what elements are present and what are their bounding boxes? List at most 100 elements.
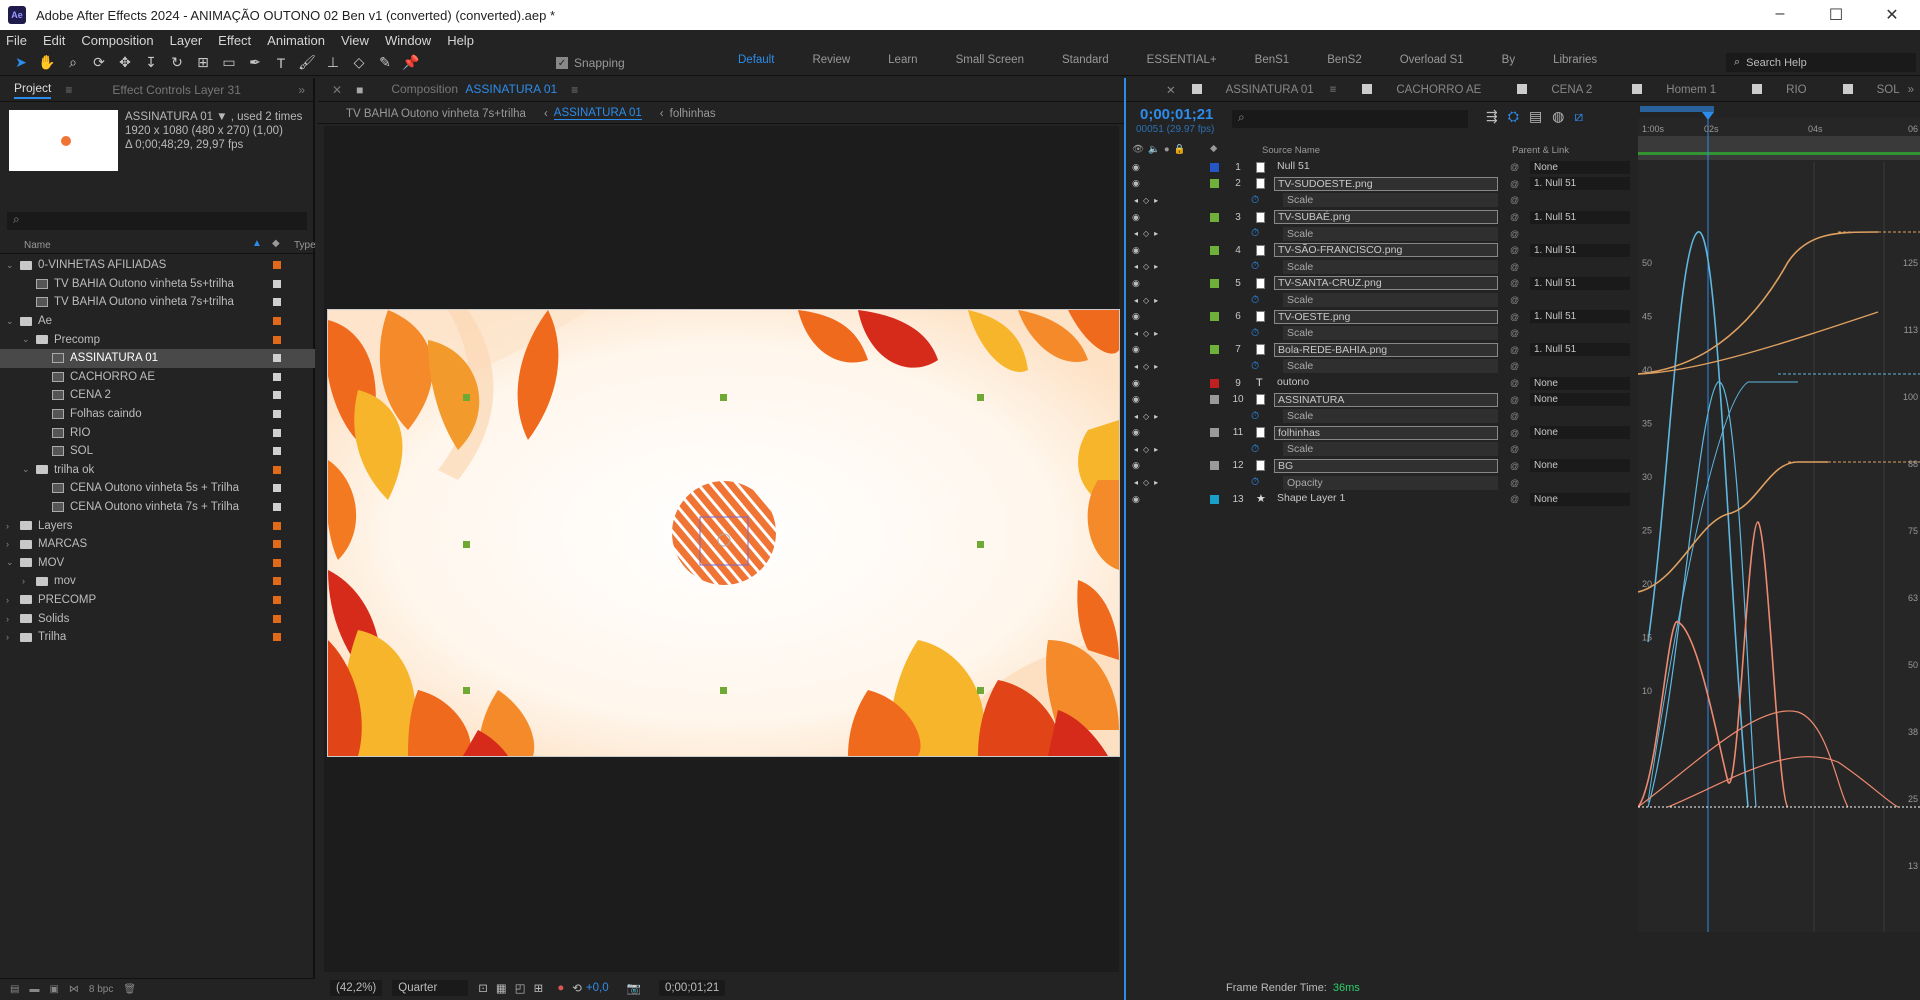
graph-editor-curves[interactable]: 1:00s 02s 04s 06 50 45 40 35 30 25 20 15 10 125 113 1… [1637, 102, 1920, 970]
parent-dropdown[interactable]: None [1530, 459, 1630, 473]
workspace-standard[interactable]: Standard [1062, 54, 1109, 66]
workspace-small-screen[interactable]: Small Screen [956, 54, 1024, 66]
label-color-swatch[interactable] [273, 577, 281, 586]
parent-dropdown[interactable]: None [1530, 376, 1630, 390]
dolly-tool-icon[interactable]: ↧ [140, 53, 162, 73]
timeline-property-row[interactable]: ◂◇▸ ⏱ Scale @ [1126, 325, 1631, 342]
project-folder-item[interactable]: › PRECOMP [0, 591, 315, 610]
pen-tool-icon[interactable]: ✒ [244, 53, 266, 73]
zoom-dropdown[interactable]: (42,2%) [330, 980, 383, 996]
project-folder-item[interactable]: › Trilha [0, 628, 315, 647]
stopwatch-icon[interactable]: ⏱ [1251, 443, 1259, 456]
timeline-current-time[interactable]: 0;00;01;21 [1140, 106, 1213, 123]
exposure-value[interactable]: +0,0 [586, 982, 609, 994]
stopwatch-icon[interactable]: ⏱ [1251, 227, 1259, 240]
timeline-layer-row[interactable]: ◉ 12 BG @ None [1126, 458, 1631, 475]
bit-depth[interactable]: 8 bpc [89, 984, 113, 995]
expression-pickwhip-icon[interactable]: @ [1510, 444, 1519, 454]
parent-dropdown[interactable]: None [1530, 160, 1630, 174]
zoom-tool-icon[interactable]: ⌕ [62, 53, 84, 73]
label-color-swatch[interactable] [273, 558, 281, 567]
label-color-swatch[interactable] [273, 391, 281, 400]
label-color-swatch[interactable] [273, 503, 281, 512]
chevron-right-icon[interactable]: › [6, 539, 16, 549]
timeline-search-input[interactable]: ⌕ [1232, 110, 1468, 128]
layer-name[interactable]: outono [1274, 376, 1498, 390]
project-comp-item[interactable]: CENA 2 [0, 386, 315, 405]
region-of-interest-icon[interactable]: ⊡ [478, 981, 488, 995]
chevron-right-icon[interactable]: › [6, 614, 16, 624]
tab-composition[interactable]: Composition ASSINATURA 01 [377, 82, 557, 98]
timeline-layer-row[interactable]: ◉ 11 folhinhas @ None [1126, 425, 1631, 442]
label-color-swatch[interactable] [273, 484, 281, 493]
timeline-property-row[interactable]: ◂◇▸ ⏱ Opacity @ [1126, 474, 1631, 491]
delete-icon[interactable]: 🗑 [123, 984, 136, 995]
chevron-right-icon[interactable]: › [6, 521, 16, 531]
type-tool-icon[interactable]: T [270, 53, 292, 73]
visibility-eye-icon[interactable]: ◉ [1132, 311, 1140, 322]
layer-name[interactable]: Bola-REDE-BAHIA.png [1274, 342, 1498, 357]
label-color-swatch[interactable] [273, 521, 281, 530]
sort-ascending-icon[interactable]: ▲ [252, 238, 262, 249]
project-folder-item[interactable]: ⌄ trilha ok [0, 461, 315, 480]
snapshot-icon[interactable]: 📷 [627, 981, 641, 995]
tab-sol[interactable]: SOL [1842, 83, 1900, 96]
breadcrumb-child[interactable]: folhinhas [670, 108, 716, 120]
tab-rio[interactable]: RIO [1752, 83, 1807, 96]
expression-pickwhip-icon[interactable]: @ [1510, 262, 1519, 272]
layer-name[interactable]: TV-SANTA-CRUZ.png [1274, 276, 1498, 291]
stopwatch-icon[interactable]: ⏱ [1251, 294, 1259, 307]
expression-pickwhip-icon[interactable]: @ [1510, 478, 1519, 488]
label-color-swatch[interactable] [273, 317, 281, 326]
panel-menu-icon[interactable]: ≡ [65, 83, 72, 97]
visibility-eye-icon[interactable]: ◉ [1132, 378, 1140, 389]
visibility-eye-icon[interactable]: ◉ [1132, 245, 1140, 256]
layer-label-color[interactable] [1210, 428, 1219, 438]
parent-pickwhip-icon[interactable]: @ [1510, 245, 1519, 255]
keyframe-navigator-icon[interactable]: ◂◇▸ [1134, 362, 1163, 371]
selection-tool-icon[interactable]: ➤ [10, 53, 32, 73]
workspace-bens2[interactable]: BenS2 [1327, 54, 1362, 66]
timeline-layer-row[interactable]: ◉ 10 ASSINATURA @ None [1126, 391, 1631, 408]
visibility-eye-icon[interactable]: ◉ [1132, 427, 1140, 438]
layer-name[interactable]: TV-OESTE.png [1274, 309, 1498, 324]
chevron-right-icon[interactable]: › [6, 595, 16, 605]
expression-pickwhip-icon[interactable]: @ [1510, 361, 1519, 371]
tab-cachorro-ae[interactable]: CACHORRO AE [1362, 83, 1481, 96]
parent-dropdown[interactable]: None [1530, 393, 1630, 407]
visibility-eye-icon[interactable]: ◉ [1132, 212, 1140, 223]
label-color-swatch[interactable] [273, 335, 281, 344]
project-folder-item[interactable]: › Layers [0, 516, 315, 535]
close-tab-icon[interactable]: ✕ [1166, 83, 1176, 97]
eraser-tool-icon[interactable]: ◇ [348, 53, 370, 73]
new-folder-icon[interactable]: ▬ [29, 984, 39, 995]
layer-name[interactable]: TV-SÃO-FRANCISCO.png [1274, 243, 1498, 258]
grid-guides-icon[interactable]: ⊞ [534, 981, 544, 995]
property-name[interactable]: Scale [1283, 259, 1498, 274]
parent-pickwhip-icon[interactable]: @ [1510, 179, 1519, 189]
parent-pickwhip-icon[interactable]: @ [1510, 278, 1519, 288]
label-color-swatch[interactable] [273, 298, 281, 307]
project-folder-item[interactable]: › mov [0, 572, 315, 591]
layer-label-color[interactable] [1210, 378, 1219, 388]
layer-label-color[interactable] [1210, 245, 1219, 255]
project-folder-item[interactable]: ⌄ MOV [0, 554, 315, 573]
mask-visibility-icon[interactable]: ◰ [515, 981, 526, 995]
maximize-icon[interactable]: ☐ [1808, 5, 1864, 25]
parent-pickwhip-icon[interactable]: @ [1510, 395, 1519, 405]
label-color-swatch[interactable] [273, 428, 281, 437]
expression-pickwhip-icon[interactable]: @ [1510, 295, 1519, 305]
menu-window[interactable]: Window [385, 33, 431, 48]
composition-mini-flowchart-icon[interactable]: ⇶ [1486, 108, 1508, 124]
visibility-eye-icon[interactable]: ◉ [1132, 394, 1140, 405]
project-comp-item[interactable]: ASSINATURA 01 [0, 348, 315, 368]
timeline-layer-row[interactable]: ◉ 13 ★ Shape Layer 1 @ None [1126, 491, 1631, 508]
frame-blending-icon[interactable]: ◍ [1552, 108, 1574, 124]
label-color-swatch[interactable] [273, 372, 281, 381]
menu-layer[interactable]: Layer [170, 33, 203, 48]
layer-label-color[interactable] [1210, 162, 1219, 172]
project-comp-item[interactable]: TV BAHIA Outono vinheta 7s+trilha [0, 293, 315, 312]
project-folder-item[interactable]: › Solids [0, 609, 315, 628]
reset-exposure-icon[interactable]: ⟲ [572, 981, 582, 995]
chevron-down-icon[interactable]: ⌄ [6, 557, 16, 568]
